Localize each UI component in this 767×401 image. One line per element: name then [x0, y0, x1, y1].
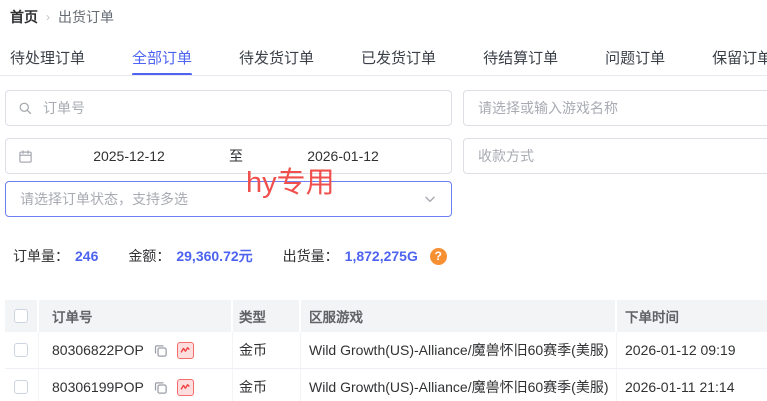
- row-checkbox[interactable]: [14, 380, 28, 394]
- tab-to-ship[interactable]: 待发货订单: [239, 44, 314, 75]
- header-type: 类型: [233, 300, 301, 332]
- payment-method-input[interactable]: [476, 147, 762, 165]
- copy-icon[interactable]: [153, 380, 168, 395]
- table-row: 80306199POP 金币 Wild Growth(US)-Alliance/…: [5, 369, 767, 401]
- red-chart-icon[interactable]: [177, 342, 194, 359]
- game-server-value: Wild Growth(US)-Alliance/魔兽怀旧60赛季(美服): [301, 369, 617, 401]
- order-no-value: 80306822POP: [52, 342, 144, 358]
- stat-amount: 金额： 29,360.72元: [128, 246, 252, 266]
- date-end-value[interactable]: 2026-01-12: [247, 148, 439, 164]
- shipment-value: 1,872,275G: [345, 248, 418, 264]
- order-no-value: 80306199POP: [52, 379, 144, 395]
- order-time-value: 2026-01-11 21:14: [617, 369, 767, 401]
- copy-icon[interactable]: [153, 343, 168, 358]
- search-icon: [18, 101, 33, 116]
- tab-to-settle[interactable]: 待结算订单: [483, 44, 558, 75]
- table-row: 80306822POP 金币 Wild Growth(US)-Alliance/…: [5, 332, 767, 369]
- header-game: 区服游戏: [301, 300, 617, 332]
- order-no-input[interactable]: [41, 99, 439, 117]
- order-status-multiselect[interactable]: 请选择订单状态，支持多选: [5, 181, 452, 217]
- tab-shipped[interactable]: 已发货订单: [361, 44, 436, 75]
- amount-value: 29,360.72元: [176, 246, 252, 266]
- game-name-select-box[interactable]: [463, 90, 767, 126]
- hy-annotation-text: hy专用: [246, 166, 335, 200]
- date-range-picker[interactable]: 2025-12-12 至 2026-01-12: [5, 138, 452, 174]
- payment-method-select-box[interactable]: [463, 138, 767, 174]
- row-checkbox[interactable]: [14, 343, 28, 357]
- orders-table: 订单号 类型 区服游戏 下单时间 80306822POP 金币 Wild Gro…: [5, 300, 767, 401]
- order-count-value: 246: [75, 248, 98, 264]
- summary-stats: 订单量： 246 金额： 29,360.72元 出货量： 1,872,275G …: [13, 246, 447, 266]
- game-server-value: Wild Growth(US)-Alliance/魔兽怀旧60赛季(美服): [301, 332, 617, 368]
- help-icon[interactable]: ?: [430, 248, 447, 265]
- table-header-row: 订单号 类型 区服游戏 下单时间: [5, 300, 767, 332]
- order-time-value: 2026-01-12 09:19: [617, 332, 767, 368]
- calendar-icon: [18, 149, 33, 164]
- tab-pending[interactable]: 待处理订单: [10, 44, 85, 75]
- date-range-separator: 至: [225, 146, 247, 166]
- red-chart-icon[interactable]: [177, 379, 194, 396]
- chevron-down-icon[interactable]: [423, 192, 437, 206]
- order-type-value: 金币: [233, 332, 301, 368]
- header-order-no: 订单号: [39, 300, 233, 332]
- select-all-checkbox[interactable]: [14, 309, 28, 323]
- tab-problem[interactable]: 问题订单: [605, 44, 665, 75]
- order-status-placeholder: 请选择订单状态，支持多选: [20, 189, 188, 209]
- breadcrumb-current: 出货订单: [58, 7, 114, 27]
- breadcrumb: 首页 › 出货订单: [10, 7, 114, 27]
- breadcrumb-separator-icon: ›: [46, 10, 50, 24]
- order-no-search-box[interactable]: [5, 90, 452, 126]
- breadcrumb-home[interactable]: 首页: [10, 7, 38, 27]
- stat-shipment: 出货量： 1,872,275G: [283, 246, 418, 266]
- order-tabs: 待处理订单 全部订单 待发货订单 已发货订单 待结算订单 问题订单 保留订单: [10, 44, 767, 75]
- order-management-page: 首页 › 出货订单 待处理订单 全部订单 待发货订单 已发货订单 待结算订单 问…: [0, 0, 767, 401]
- tab-reserved[interactable]: 保留订单: [712, 44, 767, 75]
- order-type-value: 金币: [233, 369, 301, 401]
- game-name-input[interactable]: [476, 99, 762, 117]
- stat-order-count: 订单量： 246: [13, 246, 98, 266]
- tab-all[interactable]: 全部订单: [132, 44, 192, 75]
- header-time: 下单时间: [617, 300, 767, 332]
- date-start-value[interactable]: 2025-12-12: [33, 148, 225, 164]
- tabs-divider: [0, 75, 767, 76]
